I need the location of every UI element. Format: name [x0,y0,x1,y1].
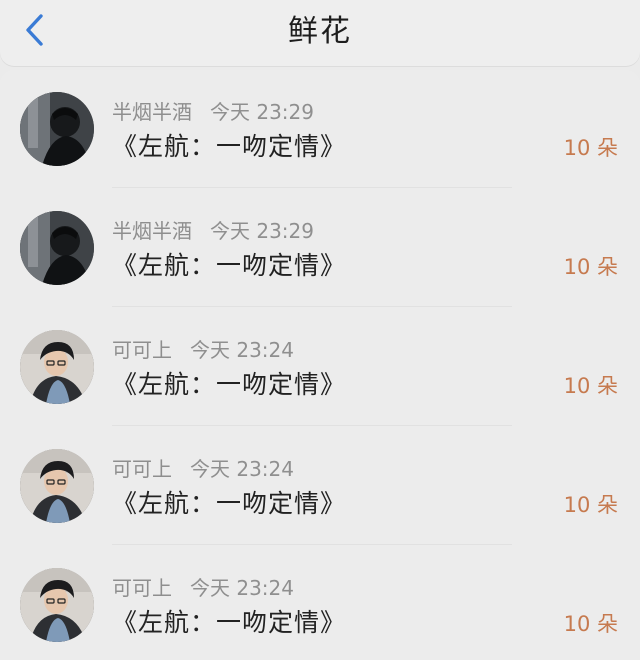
record-meta: 可可上 今天 23:24 [112,572,294,601]
username[interactable]: 半烟半酒 [112,219,192,243]
flower-count: 10 朵 [563,136,618,160]
record-meta: 半烟半酒 今天 23:29 [112,215,314,244]
record-meta: 半烟半酒 今天 23:29 [112,96,314,125]
timestamp: 今天 23:24 [190,338,294,362]
timestamp: 今天 23:24 [190,457,294,481]
username[interactable]: 可可上 [112,576,172,600]
timestamp: 今天 23:29 [210,100,314,124]
avatar[interactable] [20,92,94,166]
username[interactable]: 可可上 [112,457,172,481]
timestamp: 今天 23:29 [210,219,314,243]
gift-title[interactable]: 《左航：一吻定情》 [112,603,346,639]
list-item[interactable]: 半烟半酒 今天 23:29 《左航：一吻定情》 10 朵 [0,189,640,308]
avatar[interactable] [20,330,94,404]
timestamp: 今天 23:24 [190,576,294,600]
list-item[interactable]: 可可上 今天 23:24 《左航：一吻定情》 10 朵 [0,427,640,546]
row-divider [112,306,512,307]
record-meta: 可可上 今天 23:24 [112,453,294,482]
nav-header: 鲜花 [0,0,640,66]
avatar[interactable] [20,449,94,523]
gift-title[interactable]: 《左航：一吻定情》 [112,246,346,282]
row-divider [112,187,512,188]
flower-count: 10 朵 [563,374,618,398]
avatar[interactable] [20,211,94,285]
flower-count: 10 朵 [563,493,618,517]
gift-title[interactable]: 《左航：一吻定情》 [112,484,346,520]
list-item[interactable]: 半烟半酒 今天 23:29 《左航：一吻定情》 10 朵 [0,70,640,189]
flower-count: 10 朵 [563,255,618,279]
row-divider [112,544,512,545]
list-item[interactable]: 可可上 今天 23:24 《左航：一吻定情》 10 朵 [0,546,640,660]
record-meta: 可可上 今天 23:24 [112,334,294,363]
flower-count: 10 朵 [563,612,618,636]
username[interactable]: 半烟半酒 [112,100,192,124]
flower-record-list[interactable]: 半烟半酒 今天 23:29 《左航：一吻定情》 10 朵 半烟半酒 今天 23:29 [0,70,640,660]
row-divider [112,425,512,426]
gift-title[interactable]: 《左航：一吻定情》 [112,127,346,163]
list-item[interactable]: 可可上 今天 23:24 《左航：一吻定情》 10 朵 [0,308,640,427]
gift-title[interactable]: 《左航：一吻定情》 [112,365,346,401]
page-title: 鲜花 [288,14,352,49]
username[interactable]: 可可上 [112,338,172,362]
avatar[interactable] [20,568,94,642]
flowers-screen: 鲜花 半烟半酒 今天 23:29 《左航：一吻定情》 10 朵 半烟半酒 今天 … [0,0,640,660]
